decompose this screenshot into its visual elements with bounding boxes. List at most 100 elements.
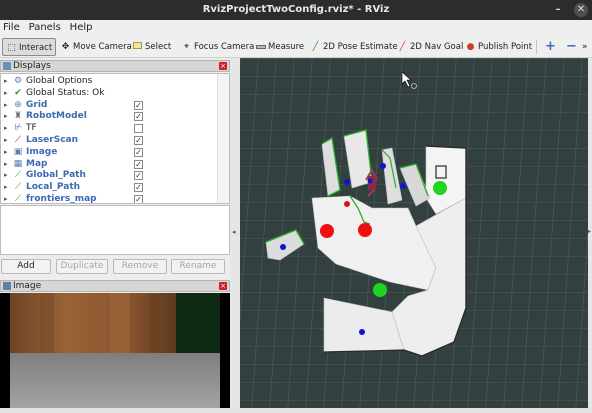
display-label: Global Status: Ok — [26, 87, 105, 98]
tf-icon: ⊬ — [14, 123, 22, 134]
measure-label: Measure — [268, 42, 305, 52]
gear-icon: ⚙ — [13, 76, 23, 86]
pose-estimate-tool[interactable]: ╱ 2D Pose Estimate — [310, 38, 398, 56]
expand-arrow-icon[interactable]: ▸ — [4, 110, 8, 122]
display-checkbox[interactable]: ✓ — [134, 195, 143, 203]
display-label: Image — [26, 146, 58, 157]
path-icon: ⟋ — [14, 182, 22, 193]
displays-icon — [3, 62, 11, 70]
toolbar-more-icon[interactable]: » — [582, 38, 588, 56]
display-row-robotmodel[interactable]: ▸ ♜ RobotModel ✓ — [1, 110, 217, 122]
display-row-local-path[interactable]: ▸ ⟋ Local_Path ✓ — [1, 181, 217, 193]
display-row-frontiers-map[interactable]: ▸ ⟋ frontiers_map ✓ — [1, 193, 217, 204]
display-row-laserscan[interactable]: ▸ ⟋ LaserScan ✓ — [1, 134, 217, 146]
remove-button[interactable]: Remove — [113, 259, 167, 274]
display-label: frontiers_map — [26, 194, 97, 204]
map-pin-icon: ● — [466, 42, 475, 52]
displays-close-icon[interactable]: × — [219, 62, 227, 70]
move-camera-label: Move Camera — [73, 42, 132, 52]
image-panel-title: Image — [13, 281, 42, 291]
displays-panel-header: Displays × — [0, 60, 230, 72]
zoom-out-icon[interactable]: − — [566, 38, 577, 56]
title-bar: RvizProjectTwoConfig.rviz* - RViz – ✕ — [0, 0, 592, 20]
robot-icon: ♜ — [13, 111, 23, 122]
display-checkbox[interactable]: ✓ — [134, 112, 143, 122]
tree-scrollbar[interactable] — [217, 74, 229, 203]
expand-arrow-icon[interactable]: ▸ — [4, 87, 8, 99]
map-icon: ▦ — [13, 158, 23, 169]
display-label: Global_Path — [26, 170, 86, 181]
display-checkbox[interactable]: ✓ — [134, 147, 143, 157]
display-row-grid[interactable]: ▸ ⊕ Grid ✓ — [1, 99, 217, 111]
display-row-global-path[interactable]: ▸ ⟋ Global_Path ✓ — [1, 169, 217, 181]
image-panel-icon — [3, 282, 11, 290]
nav-goal-tool[interactable]: ╱ 2D Nav Goal — [397, 38, 464, 56]
expand-arrow-icon[interactable]: ▸ — [4, 134, 8, 146]
expand-arrow-icon[interactable]: ▸ — [4, 146, 8, 158]
right-splitter[interactable]: ▸ — [588, 58, 592, 408]
displays-tree: ▸ ⚙ Global Options ▸ ✔ Global Status: Ok ▸ ⊕ Gri… — [0, 73, 230, 204]
display-label: Map — [26, 158, 48, 169]
select-icon — [132, 38, 143, 56]
menu-bar: File Panels Help — [0, 20, 592, 36]
interact-tool[interactable]: ⬚ Interact — [2, 38, 57, 56]
display-row-image[interactable]: ▸ ▣ Image ✓ — [1, 146, 217, 158]
select-label: Select — [145, 42, 172, 52]
path-icon: ⟋ — [14, 170, 22, 181]
display-checkbox[interactable]: ✓ — [134, 171, 143, 181]
camera-image — [0, 293, 230, 408]
display-checkbox[interactable]: ✓ — [134, 136, 143, 145]
expand-arrow-icon[interactable]: ▸ — [4, 158, 8, 170]
display-properties-area — [0, 205, 230, 255]
zoom-in-icon[interactable]: + — [545, 38, 556, 56]
display-row-map[interactable]: ▸ ▦ Map ✓ — [1, 158, 217, 170]
green-arrow-icon: ╱ — [312, 42, 319, 52]
nav-goal-label: 2D Nav Goal — [410, 42, 464, 52]
3d-viewport[interactable] — [240, 58, 588, 408]
publish-point-label: Publish Point — [478, 42, 533, 52]
image-close-icon[interactable]: × — [219, 282, 227, 290]
image-icon: ▣ — [13, 146, 23, 157]
add-button[interactable]: Add — [1, 259, 51, 274]
publish-point-tool[interactable]: ● Publish Point — [465, 38, 533, 56]
select-tool[interactable]: Select — [132, 38, 171, 56]
panel-splitter[interactable]: ◂ — [230, 58, 240, 408]
expand-arrow-icon[interactable]: ▸ — [4, 122, 8, 134]
expand-arrow-icon[interactable]: ▸ — [4, 181, 8, 193]
display-checkbox[interactable]: ✓ — [134, 100, 143, 110]
display-checkbox[interactable]: ✓ — [134, 183, 143, 193]
camera-image-view — [0, 293, 230, 408]
expand-arrow-icon[interactable]: ▸ — [4, 75, 8, 87]
laser-icon: ⟋ — [14, 135, 22, 145]
display-label: Grid — [26, 99, 48, 110]
pose-estimate-label: 2D Pose Estimate — [323, 42, 398, 52]
rename-button[interactable]: Rename — [171, 259, 225, 274]
expand-arrow-icon[interactable]: ▸ — [4, 193, 8, 203]
expand-arrow-icon[interactable]: ▸ — [4, 99, 8, 111]
image-panel-header: Image × — [0, 280, 230, 292]
display-label: LaserScan — [26, 135, 79, 145]
move-camera-tool[interactable]: ✥ Move Camera — [60, 38, 132, 56]
displays-panel-title: Displays — [13, 61, 51, 71]
display-row-global-status-ok[interactable]: ▸ ✔ Global Status: Ok — [1, 87, 217, 99]
measure-tool[interactable]: Measure — [255, 38, 304, 56]
menu-panels[interactable]: Panels — [26, 20, 64, 36]
display-checkbox[interactable]: ✓ — [134, 159, 143, 169]
expand-arrow-icon[interactable]: ▸ — [4, 169, 8, 181]
duplicate-button[interactable]: Duplicate — [56, 259, 108, 274]
interact-label: Interact — [19, 43, 53, 53]
grid-icon: ⊕ — [14, 99, 22, 110]
collapse-right-icon[interactable]: ▸ — [588, 228, 591, 235]
display-label: RobotModel — [26, 111, 87, 122]
display-row-tf[interactable]: ▸ ⊬ TF — [1, 122, 217, 134]
focus-camera-tool[interactable]: ⌖ Focus Camera — [181, 38, 254, 56]
map-render — [240, 58, 588, 408]
display-row-global-options[interactable]: ▸ ⚙ Global Options — [1, 75, 217, 87]
menu-help[interactable]: Help — [67, 20, 96, 36]
display-label: TF — [26, 123, 37, 134]
close-window-icon[interactable]: ✕ — [574, 3, 588, 17]
menu-file[interactable]: File — [0, 20, 23, 36]
display-checkbox[interactable] — [134, 124, 143, 134]
collapse-left-icon[interactable]: ◂ — [232, 228, 236, 236]
minimize-icon[interactable]: – — [551, 3, 565, 17]
